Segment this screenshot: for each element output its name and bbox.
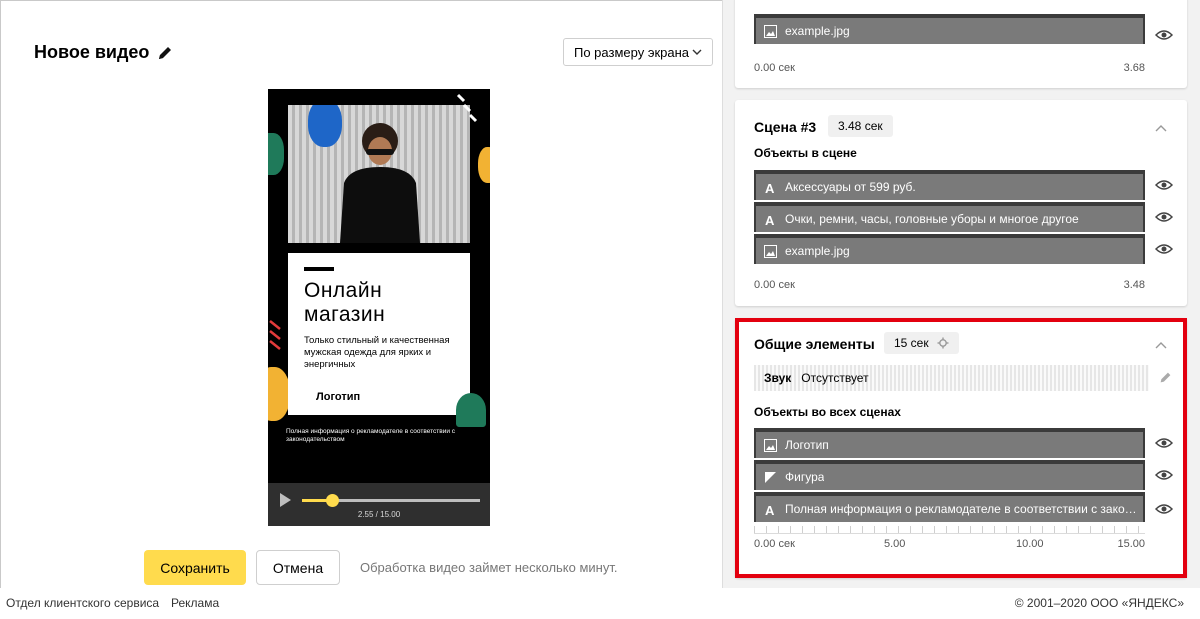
scene-3-duration-value: 3.48 сек: [838, 119, 883, 133]
video-time-total: 15.00: [380, 510, 401, 519]
preview-subtext: Только стильный и качественная мужская о…: [304, 335, 450, 370]
image-icon: [764, 244, 777, 258]
scene-3-card: Сцена #3 3.48 сек Объекты в сцене A Аксе…: [735, 100, 1187, 306]
eye-icon[interactable]: [1155, 29, 1173, 41]
preview-headline-1: Онлайн: [304, 279, 383, 302]
scene-3-title: Сцена #3: [754, 119, 817, 135]
eye-icon[interactable]: [1155, 243, 1173, 255]
save-button[interactable]: Сохранить: [144, 550, 246, 585]
svg-text:A: A: [765, 213, 775, 226]
decor-red-stripes-icon: [269, 320, 281, 350]
collapse-chevron-up-icon[interactable]: [1155, 124, 1167, 132]
scene-3-object-row[interactable]: A Очки, ремни, часы, головные уборы и мн…: [754, 202, 1145, 232]
highlight-frame: [735, 318, 1187, 578]
decor-stripes-icon: [456, 93, 478, 123]
video-progress-handle[interactable]: [326, 494, 340, 507]
svg-text:A: A: [765, 181, 775, 194]
page-title: Новое видео: [34, 42, 173, 63]
video-preview: Онлайн магазин Только стильный и качеств…: [268, 89, 490, 526]
scene-3-scale-end: 3.48: [1123, 279, 1145, 291]
scene-2-scale-start: 0.00 сек: [754, 62, 795, 74]
cancel-button[interactable]: Отмена: [256, 550, 340, 585]
text-icon: A: [765, 181, 775, 194]
person-image: [340, 123, 420, 243]
scene-2-object-row[interactable]: example.jpg: [754, 14, 1145, 44]
eye-icon[interactable]: [1155, 179, 1173, 191]
scene-3-object-label: example.jpg: [785, 244, 850, 258]
scene-3-objects-label: Объекты в сцене: [754, 146, 857, 160]
decor-blob-yellow-left: [268, 367, 290, 421]
footer-ads-link[interactable]: Реклама: [171, 596, 219, 610]
preview-logo: Логотип: [316, 391, 361, 403]
video-time-separator: /: [375, 510, 378, 519]
text-icon: A: [765, 213, 775, 226]
page-title-text: Новое видео: [34, 42, 150, 62]
decor-blob-green-bottom: [456, 393, 486, 427]
scene-3-object-row[interactable]: A Аксессуары от 599 руб.: [754, 170, 1145, 200]
chevron-down-icon: [692, 49, 702, 55]
scene-2-card: example.jpg 0.00 сек 3.68: [735, 0, 1187, 88]
card-bar: [304, 267, 334, 271]
scene-2-object-label: example.jpg: [785, 24, 850, 38]
video-time-current: 2.55: [357, 510, 374, 519]
preview-photo: [288, 105, 470, 243]
processing-hint: Обработка видео займет несколько минут.: [360, 560, 618, 575]
footer: Отдел клиентского сервиса Реклама © 2001…: [0, 588, 1200, 619]
decor-blob-green-left: [268, 133, 284, 175]
eye-icon[interactable]: [1155, 211, 1173, 223]
scene-3-duration[interactable]: 3.48 сек: [828, 115, 893, 137]
footer-copyright: © 2001–2020 ООО «ЯНДЕКС»: [1014, 596, 1184, 610]
scene-3-object-row[interactable]: example.jpg: [754, 234, 1145, 264]
play-icon[interactable]: [280, 493, 291, 507]
video-progress-track[interactable]: [302, 494, 480, 507]
preview-headline-2: магазин: [304, 303, 386, 326]
scene-2-scale-end: 3.68: [1123, 62, 1145, 74]
preview-text-card: Онлайн магазин Только стильный и качеств…: [288, 253, 470, 415]
scene-3-scale-start: 0.00 сек: [754, 279, 795, 291]
editor-area: Новое видео По размеру экрана Онлайн маг…: [0, 0, 722, 588]
image-icon: [764, 24, 777, 38]
preview-disclaimer: Полная информация о рекламодателе в соот…: [286, 428, 456, 443]
view-size-value: По размеру экрана: [574, 44, 690, 60]
decor-blob-yellow-right: [478, 147, 490, 183]
view-size-select[interactable]: По размеру экрана: [563, 38, 713, 66]
footer-support-link[interactable]: Отдел клиентского сервиса: [6, 596, 159, 610]
video-time: 2.55 / 15.00: [268, 510, 490, 519]
scene-3-object-label: Очки, ремни, часы, головные уборы и мног…: [785, 212, 1079, 226]
edit-pencil-icon[interactable]: [157, 45, 173, 61]
video-player-controls: 2.55 / 15.00: [268, 483, 490, 526]
scene-3-object-label: Аксессуары от 599 руб.: [785, 180, 916, 194]
